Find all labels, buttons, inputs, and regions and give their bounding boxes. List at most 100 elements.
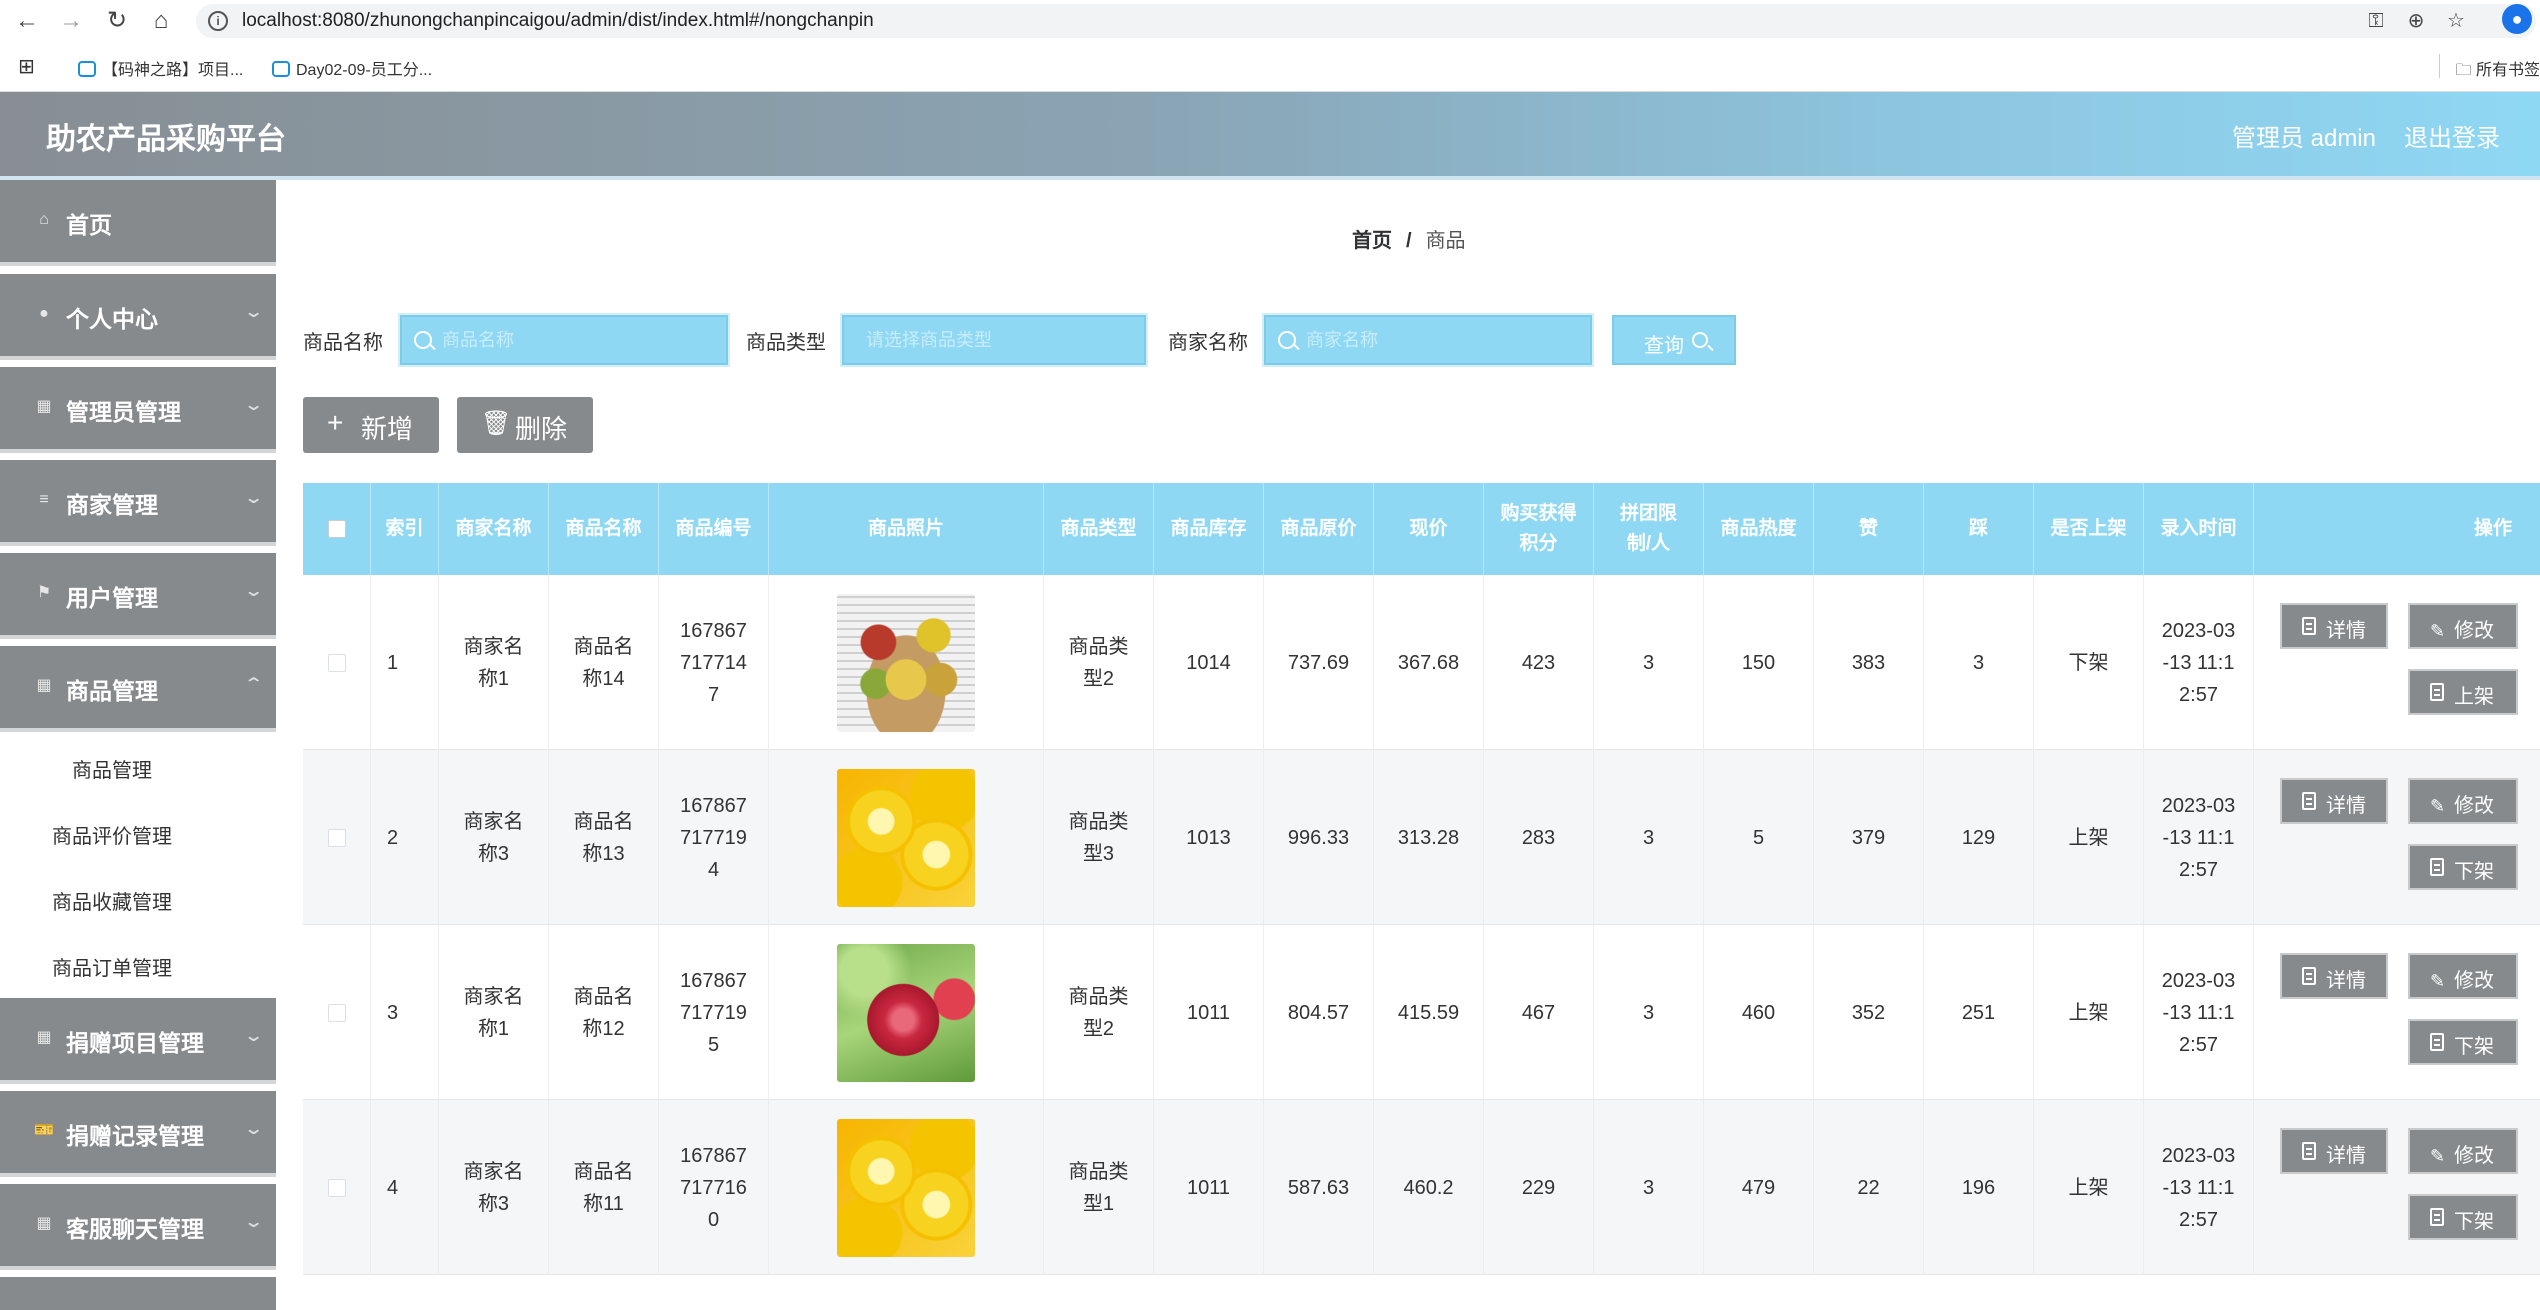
cell-points: 467 <box>1484 925 1594 1100</box>
delete-button[interactable]: 🗑 删除 <box>457 397 593 453</box>
merchant-name-filter[interactable] <box>1262 313 1594 367</box>
bookmark-star-icon[interactable]: ☆ <box>2436 8 2476 33</box>
address-bar[interactable]: i localhost:8080/zhunongchanpincaigou/ad… <box>196 4 2536 38</box>
zoom-icon[interactable]: ⊕ <box>2396 8 2436 33</box>
chevron-down-icon: ⌄ <box>243 304 264 321</box>
sidebar-subitem-favorites[interactable]: 商品收藏管理 <box>0 866 276 932</box>
sidebar-item-donation-records[interactable]: 🎫 捐赠记录管理 ⌄ <box>0 1091 276 1177</box>
search-icon <box>1278 331 1296 349</box>
sidebar-item-merchants[interactable]: ≡ 商家管理 ⌄ <box>0 460 276 546</box>
product-photo[interactable] <box>837 943 975 1082</box>
cell-code: 1678677177160 <box>659 1100 769 1275</box>
subitem-label: 商品收藏管理 <box>52 892 172 914</box>
column-header: 商品编号 <box>659 483 769 575</box>
cell-orig-price: 996.33 <box>1264 750 1374 925</box>
edit-pen-icon: ✎ <box>2430 971 2446 991</box>
logout-link[interactable]: 退出登录 <box>2404 118 2500 153</box>
document-icon <box>2430 858 2444 876</box>
product-type-input[interactable] <box>866 317 1136 363</box>
table-row: 4 商家名称3 商品名称11 1678677177160 商品类型1 1011 587.63… <box>303 1100 2540 1275</box>
column-header: 商品库存 <box>1154 483 1264 575</box>
product-photo[interactable] <box>837 593 975 732</box>
flag-icon: ⚑ <box>36 584 52 601</box>
breadcrumb-home[interactable]: 首页 <box>1352 230 1392 252</box>
apps-grid-icon[interactable]: ⊞ <box>18 56 40 78</box>
sidebar-item-admins[interactable]: ▦ 管理员管理 ⌄ <box>0 367 276 453</box>
cell-heat: 460 <box>1704 925 1814 1100</box>
address-bar-icons: ⚿ ⊕ ☆ <box>2356 8 2476 33</box>
edit-button[interactable]: ✎ 修改 <box>2408 778 2518 824</box>
product-name-input[interactable] <box>442 317 716 363</box>
row-checkbox[interactable] <box>327 653 346 672</box>
cell-on-shelf: 下架 <box>2034 575 2144 750</box>
site-info-icon[interactable]: i <box>208 11 228 31</box>
shelf-toggle-button[interactable]: 下架 <box>2408 844 2518 890</box>
edit-button[interactable]: ✎ 修改 <box>2408 953 2518 999</box>
cell-name: 商品名称12 <box>549 925 659 1100</box>
profile-avatar-icon[interactable]: ● <box>2502 4 2532 34</box>
sidebar-item-chat[interactable]: ▦ 客服聊天管理 ⌄ <box>0 1184 276 1270</box>
edit-button[interactable]: ✎ 修改 <box>2408 1128 2518 1174</box>
sidebar-item-home[interactable]: ⌂ 首页 <box>0 180 276 266</box>
product-name-filter[interactable] <box>398 313 730 367</box>
table-row: 2 商家名称3 商品名称13 1678677177194 商品类型3 1013 996.33… <box>303 750 2540 925</box>
cell-heat: 150 <box>1704 575 1814 750</box>
column-header: 拼团限制/人 <box>1594 483 1704 575</box>
home-page-icon[interactable]: ⌂ <box>144 4 178 38</box>
row-checkbox[interactable] <box>327 1178 346 1197</box>
edit-button[interactable]: ✎ 修改 <box>2408 603 2518 649</box>
document-icon <box>2302 1142 2316 1160</box>
row-checkbox[interactable] <box>327 1003 346 1022</box>
cell-name: 商品名称11 <box>549 1100 659 1275</box>
cell-photo <box>769 575 1044 750</box>
bookmark-item[interactable]: Day02-09-员工分... <box>272 56 432 80</box>
row-checkbox[interactable] <box>327 828 346 847</box>
shelf-toggle-button[interactable]: 下架 <box>2408 1019 2518 1065</box>
shelf-toggle-button[interactable]: 下架 <box>2408 1194 2518 1240</box>
sidebar-item-label: 客服聊天管理 <box>66 1216 204 1242</box>
sidebar-item-donation-projects[interactable]: ▦ 捐赠项目管理 ⌄ <box>0 998 276 1084</box>
product-photo[interactable] <box>837 1118 975 1257</box>
grid-icon: ▦ <box>36 398 52 415</box>
select-all-cell <box>303 483 371 575</box>
bookmark-item[interactable]: 【码神之路】项目... <box>78 56 243 80</box>
user-icon: ● <box>39 305 49 322</box>
sidebar-item-personal[interactable]: ● 个人中心 ⌄ <box>0 274 276 360</box>
cell-index: 2 <box>371 750 439 925</box>
cell-code: 1678677177147 <box>659 575 769 750</box>
select-all-checkbox[interactable] <box>327 520 346 538</box>
add-button[interactable]: + 新增 <box>303 397 439 453</box>
shelf-toggle-button[interactable]: 上架 <box>2408 669 2518 715</box>
sidebar-subitem-products[interactable]: 商品管理 <box>0 734 276 800</box>
back-icon[interactable]: ← <box>10 4 44 38</box>
chevron-down-icon: ⌄ <box>243 1214 264 1231</box>
breadcrumb-separator: / <box>1406 230 1412 252</box>
url-text[interactable]: localhost:8080/zhunongchanpincaigou/admi… <box>242 10 874 32</box>
cell-points: 423 <box>1484 575 1594 750</box>
merchant-name-input[interactable] <box>1306 317 1580 363</box>
sidebar-item-more[interactable] <box>0 1277 276 1310</box>
search-icon <box>414 331 432 349</box>
detail-button[interactable]: 详情 <box>2280 603 2388 649</box>
detail-button[interactable]: 详情 <box>2280 953 2388 999</box>
query-button[interactable]: 查询 <box>1612 315 1736 365</box>
all-bookmarks[interactable]: 🗀 所有书签 <box>2456 56 2540 86</box>
forward-icon[interactable]: → <box>54 4 88 38</box>
detail-button[interactable]: 详情 <box>2280 1128 2388 1174</box>
table-row: 3 商家名称1 商品名称12 1678677177195 商品类型2 1011 804.57… <box>303 925 2540 1100</box>
reload-icon[interactable]: ↻ <box>100 4 134 38</box>
product-photo[interactable] <box>837 768 975 907</box>
chevron-down-icon: ⌄ <box>243 1121 264 1138</box>
column-header: 商品类型 <box>1044 483 1154 575</box>
detail-button[interactable]: 详情 <box>2280 778 2388 824</box>
grid-icon: ▦ <box>36 1029 52 1046</box>
product-type-select[interactable] <box>840 313 1148 367</box>
column-header: 赞 <box>1814 483 1924 575</box>
sidebar-item-products[interactable]: ▦ 商品管理 ⌃ <box>0 646 276 732</box>
password-key-icon[interactable]: ⚿ <box>2356 10 2396 33</box>
cell-group-limit: 3 <box>1594 750 1704 925</box>
sidebar-subitem-orders[interactable]: 商品订单管理 <box>0 932 276 998</box>
row-select-cell <box>303 575 371 750</box>
sidebar-subitem-reviews[interactable]: 商品评价管理 <box>0 800 276 866</box>
sidebar-item-users[interactable]: ⚑ 用户管理 ⌄ <box>0 553 276 639</box>
